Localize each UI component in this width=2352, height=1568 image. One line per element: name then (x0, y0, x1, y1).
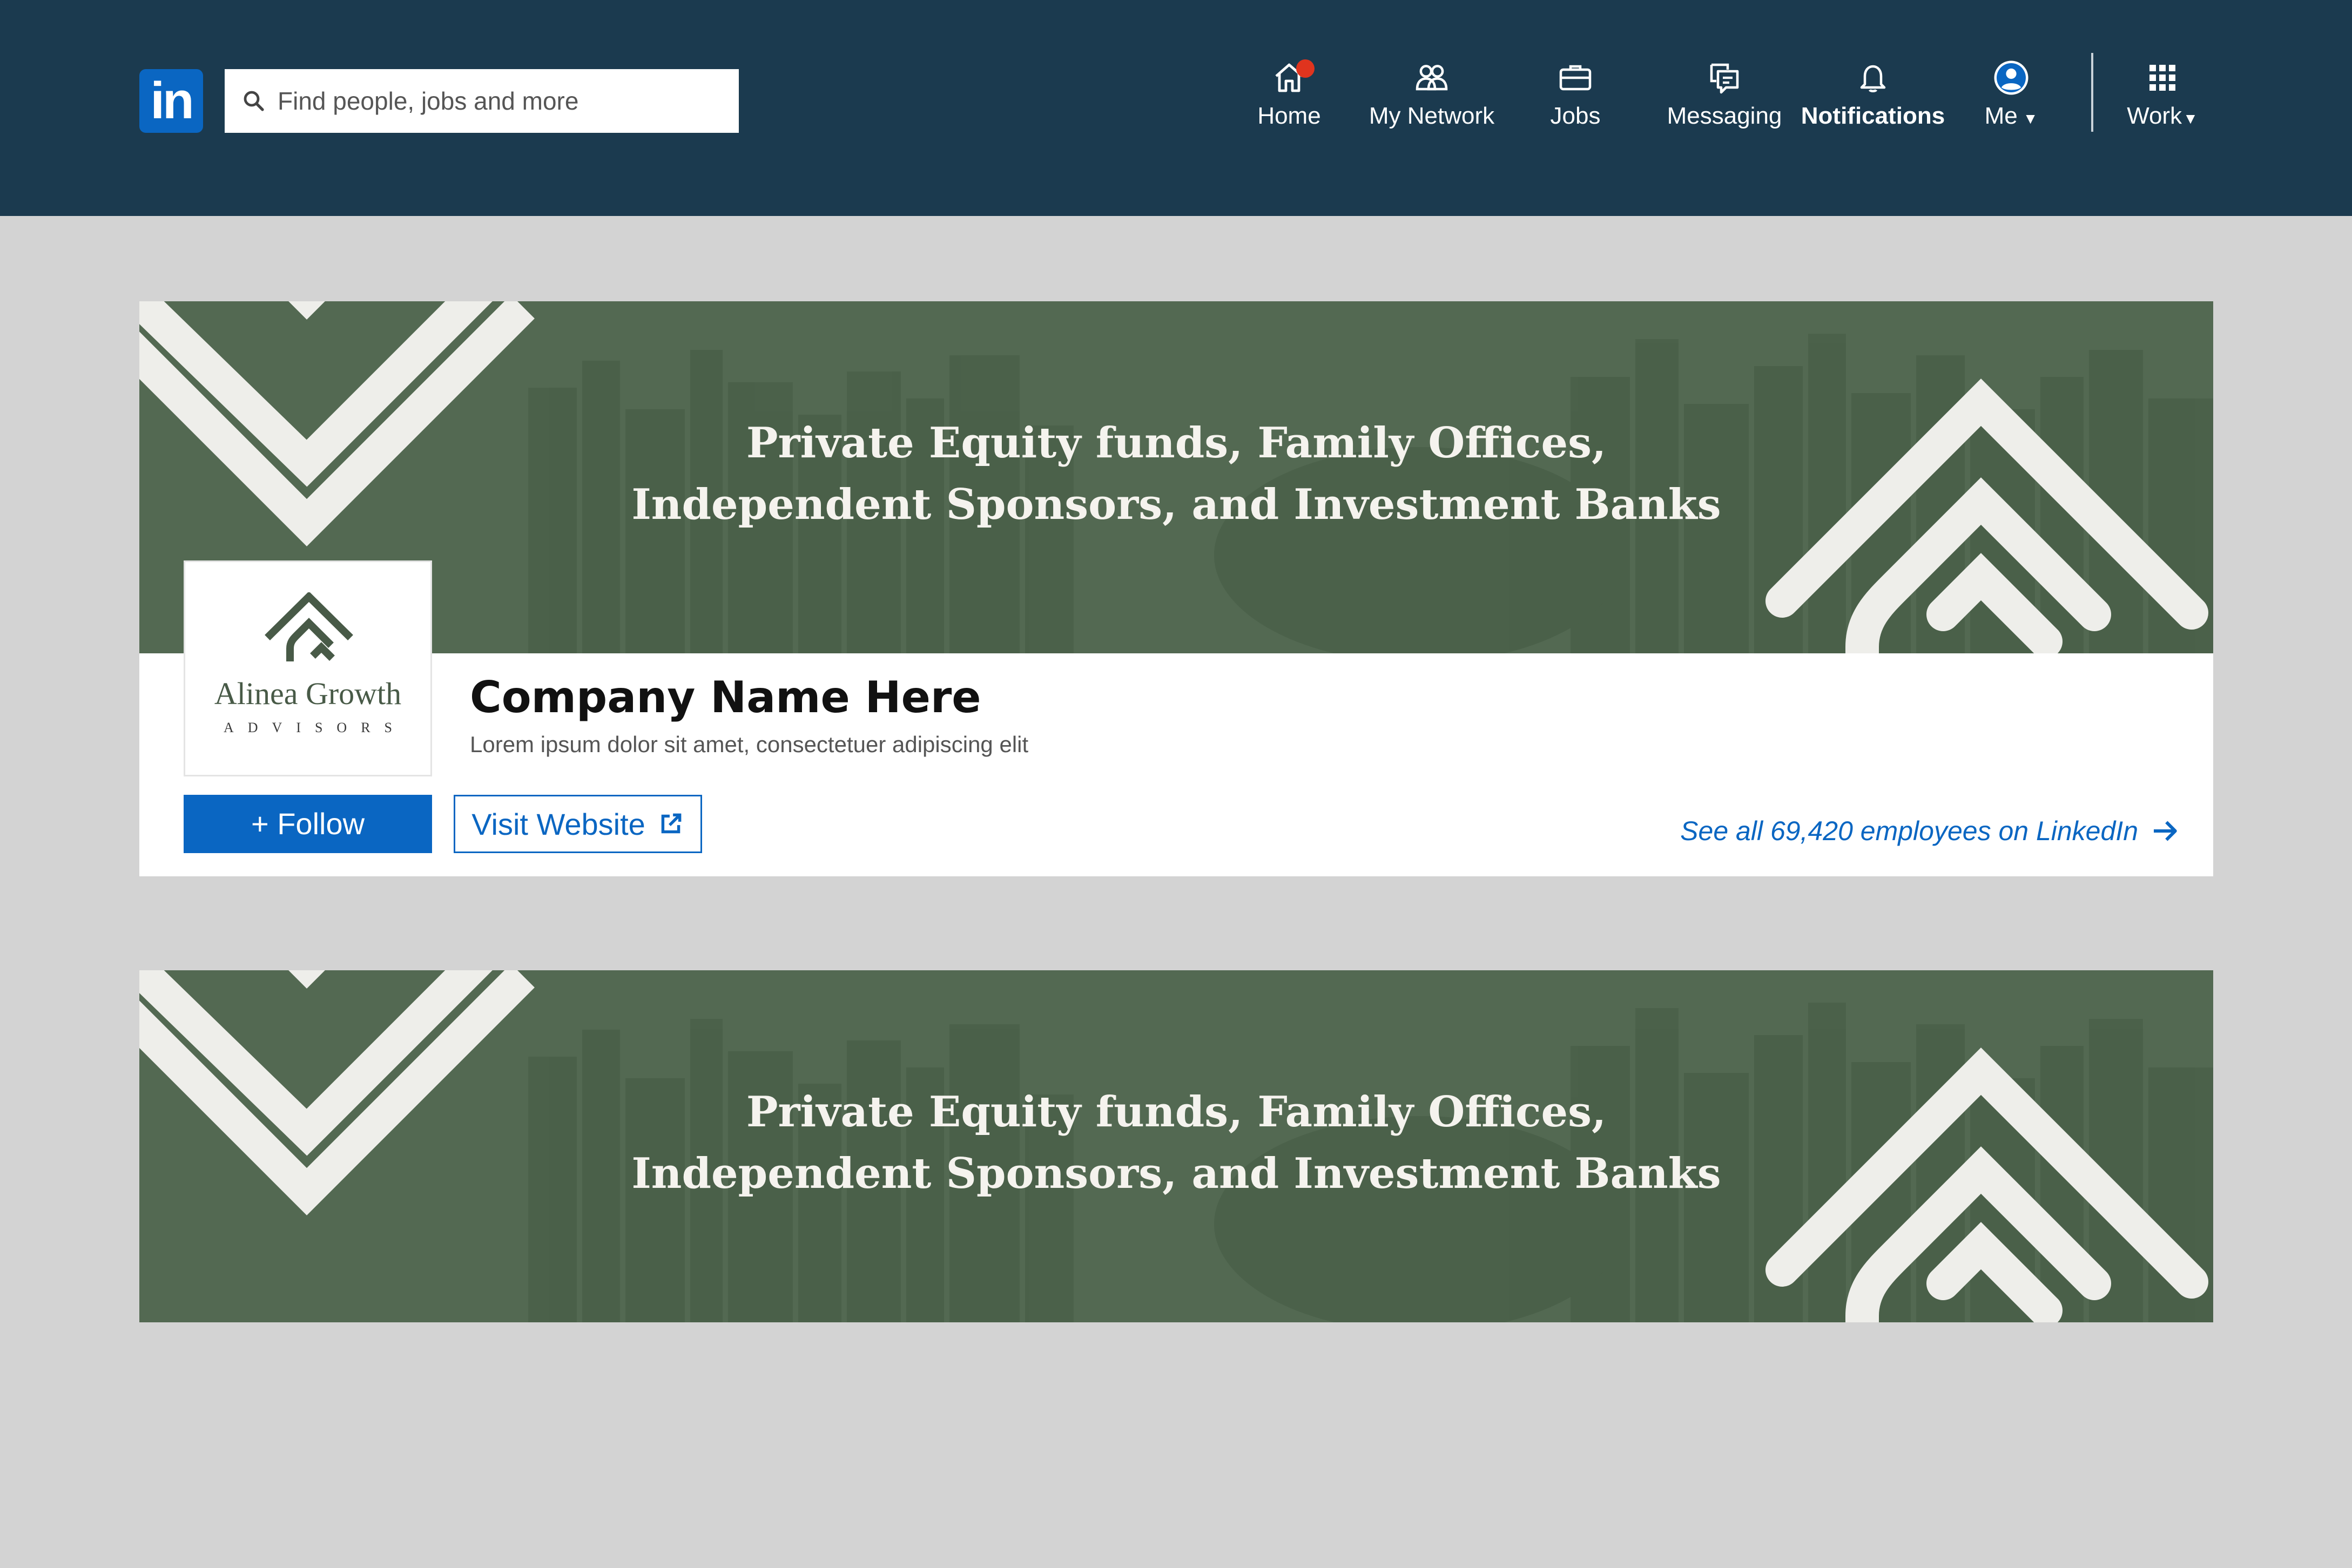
top-navbar: in Home My Network Jobs (0, 0, 2352, 216)
messaging-icon (1710, 63, 1739, 94)
notification-badge (1296, 59, 1315, 78)
banner-headline: Private Equity funds, Family Offices, In… (139, 1082, 2213, 1205)
nav-work[interactable]: Work▼ (2119, 58, 2206, 145)
banner-line-2: Independent Sponsors, and Investment Ban… (631, 480, 1721, 529)
nav-messaging-label: Messaging (1667, 103, 1782, 129)
banner-line-2: Independent Sponsors, and Investment Ban… (631, 1149, 1721, 1198)
search-bar[interactable] (225, 69, 739, 133)
caret-down-icon: ▼ (2183, 110, 2198, 127)
linkedin-logo[interactable]: in (139, 69, 203, 133)
nav-my-network[interactable]: My Network (1364, 58, 1499, 145)
nav-jobs[interactable]: Jobs (1545, 58, 1606, 145)
avatar-icon (1994, 60, 2028, 95)
banner-headline: Private Equity funds, Family Offices, In… (139, 413, 2213, 536)
nav-jobs-label: Jobs (1550, 103, 1601, 129)
logo-company-name: Alinea Growth (214, 676, 402, 711)
company-logo: Alinea Growth ADVISORS (184, 560, 432, 776)
caret-down-icon: ▼ (2023, 110, 2038, 127)
visit-website-button[interactable]: Visit Website (454, 795, 702, 853)
nav-me-label: Me ▼ (1984, 103, 2038, 129)
nav-me[interactable]: Me ▼ (1977, 58, 2046, 145)
logo-company-subtitle: ADVISORS (223, 720, 407, 735)
follow-button[interactable]: + Follow (184, 795, 432, 853)
visit-website-label: Visit Website (471, 807, 645, 841)
nav-notifications-label: Notifications (1801, 103, 1945, 129)
external-link-icon (661, 813, 682, 834)
search-input[interactable] (278, 86, 720, 116)
banner-line-1: Private Equity funds, Family Offices, (746, 1087, 1607, 1137)
briefcase-icon (1559, 65, 1592, 91)
alinea-logo-mark (265, 592, 353, 661)
bell-icon (1860, 65, 1886, 92)
banner-line-1: Private Equity funds, Family Offices, (746, 418, 1607, 468)
nav-messaging[interactable]: Messaging (1667, 58, 1782, 145)
search-icon (244, 91, 264, 111)
arrow-right-icon (2154, 821, 2177, 841)
nav-work-label: Work▼ (2127, 103, 2198, 129)
nav-home-label: Home (1257, 103, 1321, 129)
standalone-banner: Private Equity funds, Family Offices, In… (139, 970, 2213, 1322)
see-all-employees-label: See all 69,420 employees on LinkedIn (1680, 816, 2138, 846)
company-name: Company Name Here (470, 672, 981, 722)
company-banner: Private Equity funds, Family Offices, In… (139, 301, 2213, 653)
nav-home[interactable]: Home (1253, 58, 1325, 145)
nav-notifications[interactable]: Notifications (1792, 58, 1954, 145)
nav-my-network-label: My Network (1369, 103, 1495, 129)
nav-divider (2091, 53, 2093, 132)
grid-icon (2149, 65, 2175, 91)
see-all-employees-link[interactable]: See all 69,420 employees on LinkedIn (1680, 815, 2180, 847)
company-tagline: Lorem ipsum dolor sit amet, consectetuer… (470, 732, 1029, 757)
network-icon (1416, 65, 1448, 91)
